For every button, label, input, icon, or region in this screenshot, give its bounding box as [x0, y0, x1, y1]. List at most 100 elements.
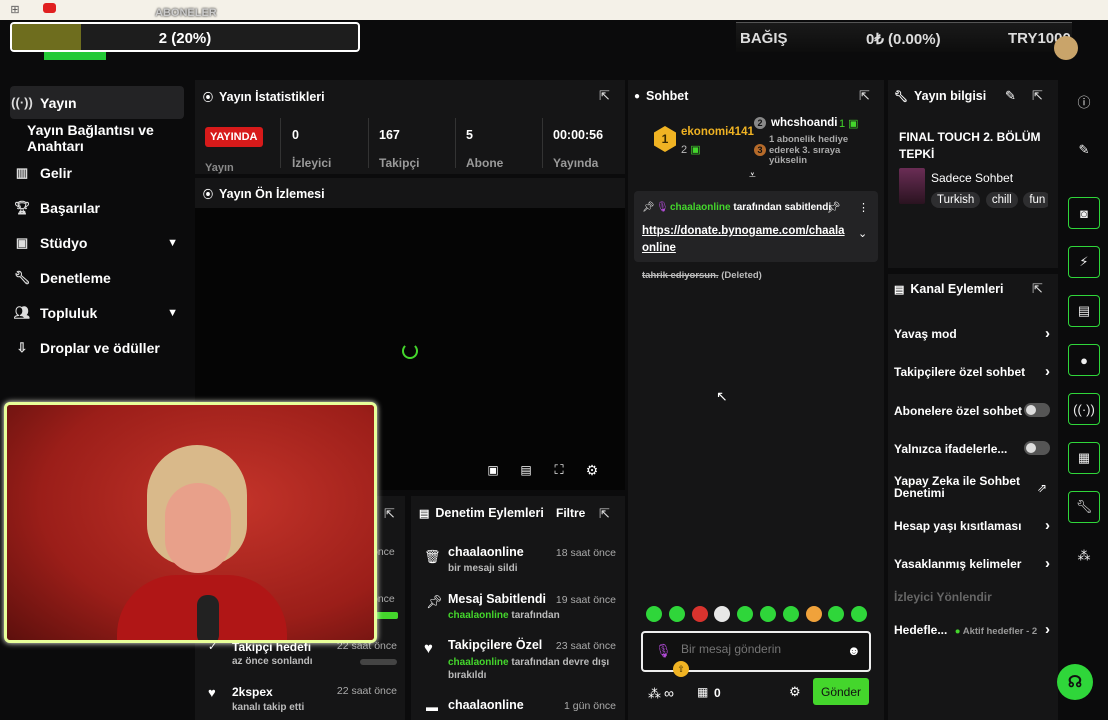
nav-item-studio[interactable]: ▣ Stüdyo ▼ [10, 226, 184, 259]
fullscreen-icon[interactable]: ⛶ [552, 462, 566, 477]
emote-icon[interactable] [692, 606, 708, 622]
external-link-icon[interactable]: ⇗ [1037, 481, 1047, 495]
popout-icon[interactable]: ⇱ [599, 88, 610, 104]
nav-item-community[interactable]: 👥︎ Topluluk ▼ [10, 296, 184, 329]
popout-icon[interactable]: ⇱ [384, 506, 395, 522]
person-face [165, 483, 231, 573]
theater-mode-icon[interactable]: ▤ [519, 463, 533, 477]
goal-progress-bar [376, 612, 398, 619]
camera-icon[interactable]: ◙ [1068, 197, 1100, 229]
wrench-icon: 🔧︎ [13, 269, 31, 285]
emote-icon[interactable] [760, 606, 776, 622]
chevron-right-icon: › [1045, 517, 1050, 534]
setting-label: Yalnızca ifadelerle... [894, 442, 1008, 456]
emoji-icon[interactable]: ☻ [847, 643, 861, 658]
ai-moderation-row[interactable]: Yapay Zeka ile Sohbet Denetimi [894, 475, 1024, 499]
followers-chat-row[interactable]: Takipçilere özel sohbet › [894, 363, 1050, 380]
live-label: Yayın [205, 162, 234, 174]
collapse-chevron-icon[interactable]: ⩡ [749, 168, 756, 183]
subscriber-goal-text: 2 (20%) [158, 30, 212, 47]
chevron-right-icon: › [1045, 621, 1050, 638]
support-headset-icon[interactable]: ☊ [1057, 664, 1093, 700]
setting-label: Yapay Zeka ile Sohbet Denetimi [894, 474, 1021, 500]
chevron-down-icon[interactable]: ⌄ [858, 227, 867, 240]
emotes-only-toggle[interactable] [1024, 441, 1050, 455]
send-button[interactable]: Gönder [813, 678, 869, 705]
banned-words-row[interactable]: Yasaklanmış kelimeler › [894, 555, 1050, 572]
chat-settings-icon[interactable]: ⚙ [789, 684, 801, 700]
donation-goal-bar: BAĞIŞ 0₺ (0.00%) TRY1000 [736, 22, 1072, 52]
layout-icon[interactable]: ▦ [1068, 442, 1100, 474]
live-badge: YAYINDA [205, 127, 263, 147]
drops-icon: ⇩ [16, 339, 28, 355]
category-name[interactable]: Sadece Sohbet [931, 171, 1013, 185]
emote-icon[interactable] [783, 606, 799, 622]
lightning-icon[interactable]: ⚡︎ [1068, 246, 1100, 278]
nav-item-drops[interactable]: ⇩ Droplar ve ödüller [10, 331, 184, 364]
nav-item-moderation[interactable]: 🔧︎ Denetleme [10, 261, 184, 294]
tag[interactable]: fun [1023, 192, 1048, 208]
emote-icon[interactable] [806, 606, 822, 622]
emote-icon[interactable] [646, 606, 662, 622]
settings-gear-icon[interactable]: ⚙ [585, 462, 599, 478]
tag[interactable]: chill [985, 192, 1018, 208]
category-thumbnail[interactable] [899, 168, 925, 204]
moderation-time: 18 saat önce [555, 547, 616, 559]
pinned-message: 📌︎ 🎙︎ chaalaonline tarafından sabitlendi… [634, 191, 878, 262]
goals-row[interactable]: Hedefle... ● Aktif hedefler - 2 › [894, 621, 1050, 638]
filter-button[interactable]: Filtre [556, 506, 585, 520]
moderation-row: ▬ chaalaonline 1 gün önce [418, 698, 616, 714]
age-restriction-row[interactable]: Hesap yaşı kısıtlaması › [894, 517, 1050, 534]
wrench-icon[interactable]: 🔧︎ [1068, 491, 1100, 523]
chat-input[interactable] [681, 642, 841, 656]
unpin-icon[interactable]: 📌︎ [827, 201, 841, 214]
setting-label: Yasaklanmış kelimeler [894, 557, 1022, 571]
more-options-icon[interactable]: ⋮ [858, 201, 869, 214]
nav-item-achievements[interactable]: 🏆︎ Başarılar [10, 191, 184, 224]
emote-icon[interactable] [714, 606, 730, 622]
pinned-by-text: tarafından sabitlendi [733, 202, 832, 213]
preview-title-row: ⦿ Yayın Ön İzlemesi [203, 186, 325, 202]
raid-row: İzleyici Yönlendir [894, 590, 1050, 604]
youtube-icon[interactable] [43, 3, 56, 13]
subs-chat-toggle[interactable] [1024, 403, 1050, 417]
popout-icon[interactable]: ⇱ [859, 88, 870, 104]
broadcast-icon[interactable]: ((·)) [1068, 393, 1100, 425]
edit-pencil-icon[interactable]: ✎ [1005, 88, 1016, 104]
gifter-name[interactable]: ekonomi4141 [681, 126, 754, 138]
nav-item-stream[interactable]: ((·)) Yayın [10, 86, 184, 119]
apps-grid-icon[interactable]: ⊞ [8, 2, 22, 16]
nav-item-stream-key[interactable]: Yayın Bağlantısı ve Anahtarı [10, 121, 184, 154]
chat-bubble-icon[interactable]: ● [1068, 344, 1100, 376]
picture-in-picture-icon[interactable]: ▣ [486, 463, 500, 477]
moderation-sub: bir mesajı sildi [448, 563, 518, 574]
popout-icon[interactable]: ⇱ [1032, 281, 1043, 297]
goals-active: ● Aktif hedefler - 2 [955, 626, 1037, 637]
emote-icon[interactable] [669, 606, 685, 622]
store-count: 0 [714, 686, 721, 700]
gifter-name[interactable]: whcshoandi [771, 117, 837, 129]
document-icon[interactable]: ▤ [1068, 295, 1100, 327]
heart-icon: ♥ [208, 685, 216, 700]
popout-icon[interactable]: ⇱ [599, 506, 610, 522]
community-icon[interactable]: ⁂ [1068, 540, 1100, 572]
tag[interactable]: Turkish [931, 192, 981, 208]
emote-icon[interactable] [828, 606, 844, 622]
edit-pencil-icon[interactable]: ✎ [1068, 134, 1100, 166]
popout-icon[interactable]: ⇱ [1032, 88, 1043, 104]
subs-value: 5 [466, 128, 473, 142]
info-icon[interactable]: ⓘ [1068, 85, 1100, 117]
emote-icon[interactable] [737, 606, 753, 622]
wrench-icon: 🔧︎ [894, 90, 908, 103]
store-icon[interactable]: ▦ [697, 685, 708, 699]
nav-item-label: Denetleme [40, 269, 111, 286]
pinned-link[interactable]: https://donate.bynogame.com/chaalaonline [642, 223, 848, 257]
nav-item-revenue[interactable]: ▥ Gelir [10, 156, 184, 189]
divider [542, 118, 543, 168]
avatar[interactable] [1054, 36, 1078, 60]
emote-icon[interactable] [851, 606, 867, 622]
slow-mode-row[interactable]: Yavaş mod › [894, 325, 1050, 342]
deleted-tag: (Deleted) [721, 270, 762, 281]
nav-item-label: Gelir [40, 164, 72, 181]
active-dot-icon: ● [954, 626, 961, 637]
